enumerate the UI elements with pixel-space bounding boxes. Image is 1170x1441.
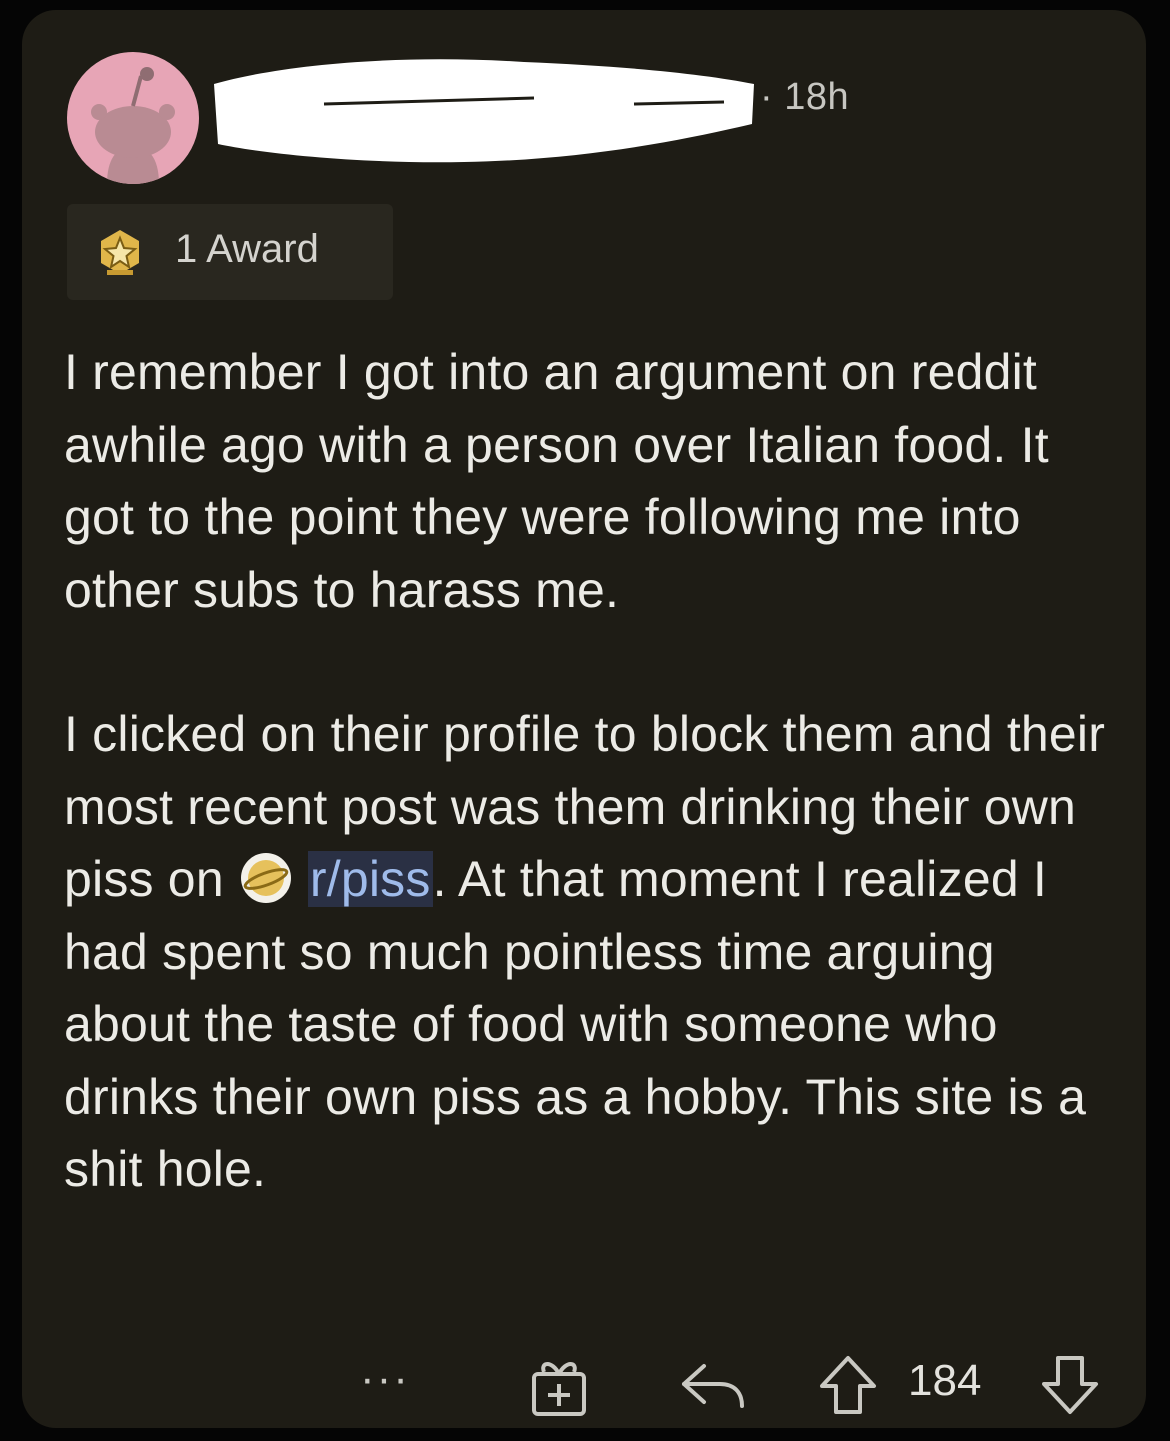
- subreddit-link[interactable]: r/piss: [307, 851, 433, 907]
- upvote-icon[interactable]: [818, 1354, 878, 1416]
- planet-icon: [240, 853, 291, 903]
- snoo-avatar-icon: [91, 67, 175, 184]
- comment-timestamp: · 18h: [760, 76, 850, 118]
- reply-icon[interactable]: [678, 1360, 748, 1410]
- award-badge-icon: [101, 230, 139, 275]
- comment-paragraph: I remember I got into an argument on red…: [64, 344, 1049, 618]
- awards-badge[interactable]: 1 Award: [67, 204, 393, 300]
- more-options-button[interactable]: ···: [360, 1354, 410, 1404]
- comment-card: · 18h 1 Award I remember I got into an a…: [22, 10, 1146, 1428]
- redaction-scribble: [214, 59, 754, 163]
- user-avatar[interactable]: [67, 52, 199, 184]
- vote-score: 184: [908, 1356, 982, 1405]
- comment-body: I remember I got into an argument on red…: [64, 336, 1124, 1206]
- downvote-icon[interactable]: [1040, 1354, 1100, 1416]
- gift-icon[interactable]: [528, 1356, 590, 1418]
- comment-actions: ··· 184: [22, 1350, 1146, 1420]
- comment-paragraph: I clicked on their profile to block them…: [64, 698, 1124, 1206]
- awards-label: 1 Award: [175, 227, 319, 271]
